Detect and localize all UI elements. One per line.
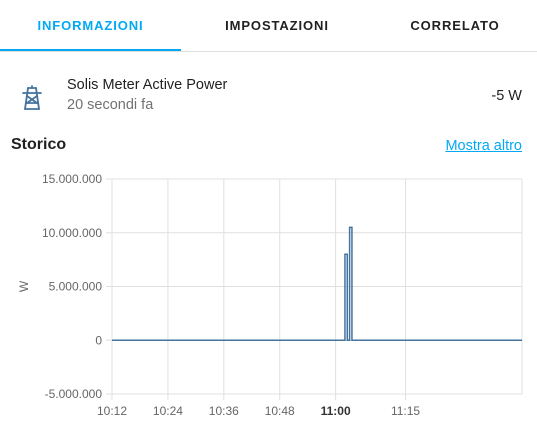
transmission-tower-icon [20, 85, 44, 111]
x-tick-label: 11:15 [391, 404, 420, 418]
y-tick-label: 5.000.000 [49, 280, 103, 294]
tab-impostazioni[interactable]: IMPOSTAZIONI [181, 0, 373, 52]
tab-informazioni[interactable]: INFORMAZIONI [0, 0, 181, 52]
history-title: Storico [11, 136, 67, 153]
x-tick-label: 10:36 [209, 404, 239, 418]
y-tick-label: 10.000.000 [42, 226, 102, 240]
x-tick-label: 10:24 [153, 404, 183, 418]
entity-row: Solis Meter Active Power 20 secondi fa -… [0, 52, 537, 128]
y-tick-label: 15.000.000 [42, 172, 102, 186]
tab-bar: INFORMAZIONI IMPOSTAZIONI CORRELATO [0, 0, 537, 52]
y-tick-label: -5.000.000 [45, 387, 103, 401]
show-more-link[interactable]: Mostra altro [445, 138, 522, 154]
x-tick-label: 10:12 [97, 404, 127, 418]
tab-correlato[interactable]: CORRELATO [373, 0, 537, 52]
history-chart: 15.000.000 10.000.000 5.000.000 0 -5.000.000… [17, 172, 523, 418]
active-tab-indicator [0, 49, 181, 51]
entity-state: -5 W [491, 88, 522, 104]
x-tick-label: 11:00 [321, 404, 351, 418]
y-axis-label: W [17, 280, 31, 292]
series-line-0 [112, 226, 522, 341]
x-tick-label: 10:48 [265, 404, 295, 418]
y-tick-label: 0 [95, 333, 102, 347]
entity-last-changed: 20 secondi fa [67, 97, 154, 113]
entity-name[interactable]: Solis Meter Active Power [67, 77, 227, 93]
